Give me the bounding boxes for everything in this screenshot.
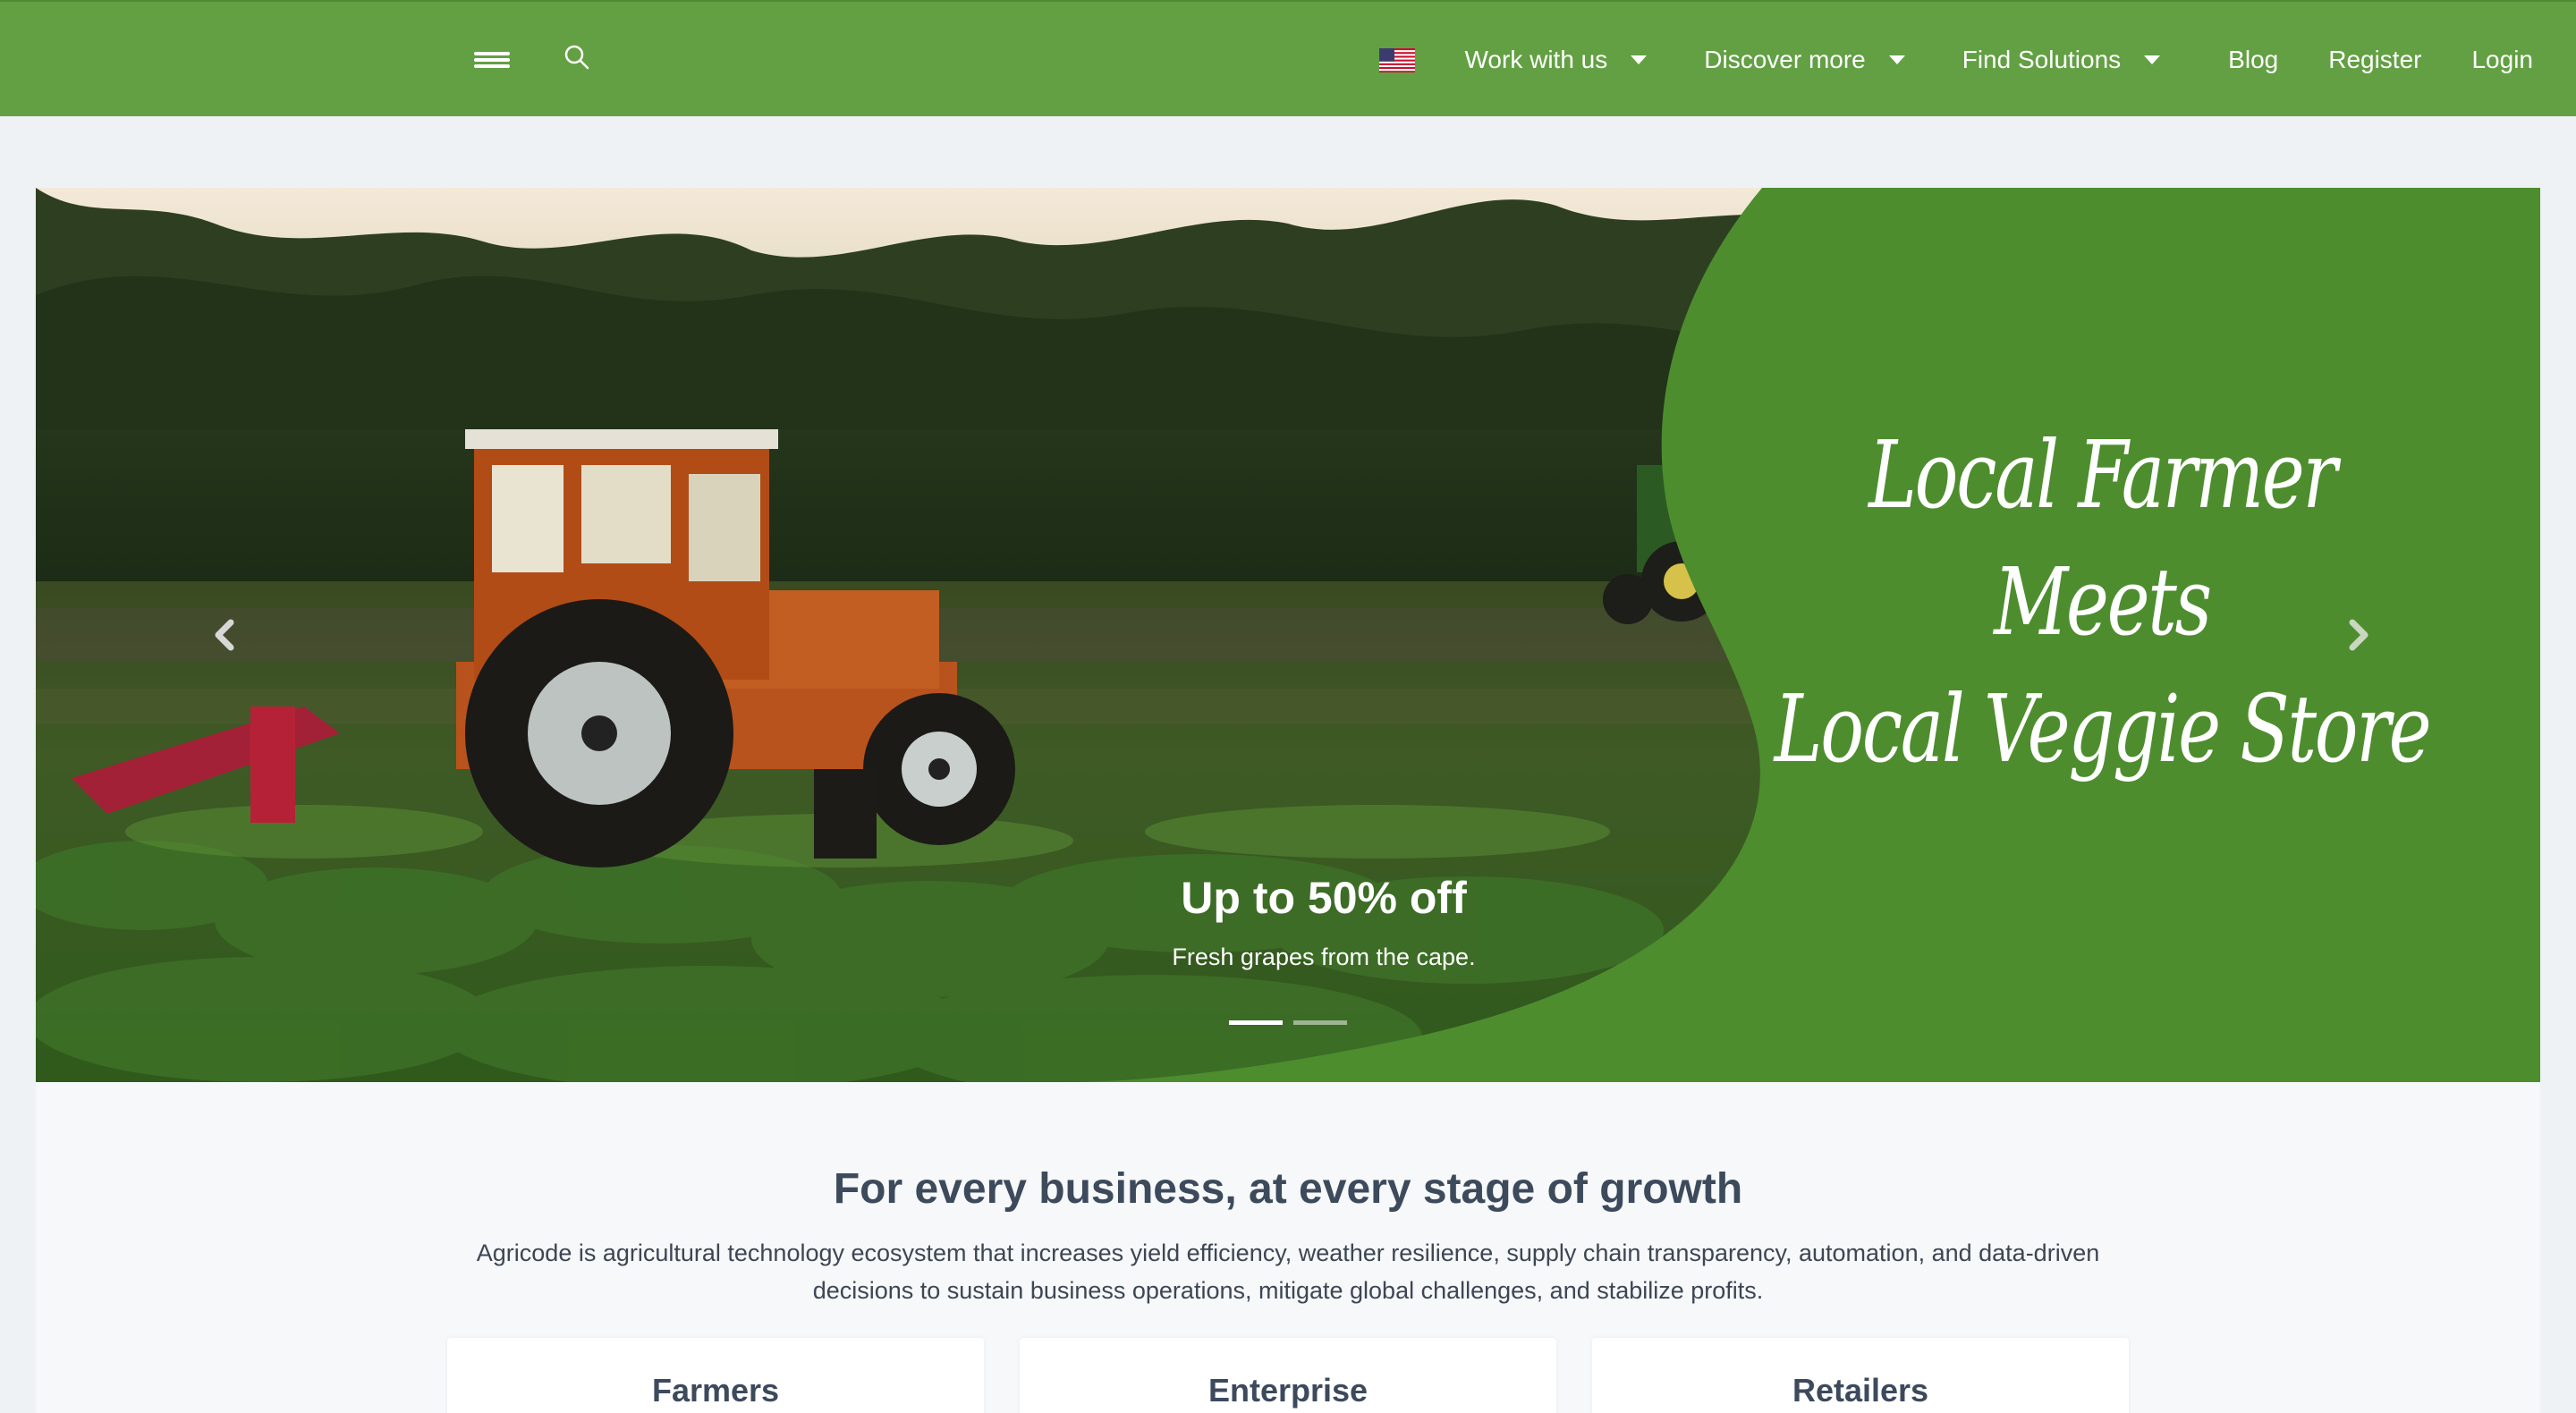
nav-dropdown-label: Work with us [1464,46,1608,73]
intro-text: Agricode is agricultural technology ecos… [476,1240,2100,1304]
search-icon[interactable] [560,41,596,77]
caret-down-icon [2144,55,2161,64]
slogan-line: Local Veggie Store [1774,674,2432,783]
us-flag-icon[interactable] [1378,47,1415,72]
card-title: Enterprise [1208,1372,1368,1409]
hero-slogan: Local Farmer Meets Local Veggie Store [1774,411,2432,792]
slide-caption-title: Up to 50% off [1181,873,1467,923]
card-title: Retailers [1792,1372,1929,1409]
card-retailers[interactable]: Retailers [1592,1338,2129,1413]
hamburger-menu-icon[interactable] [474,47,510,72]
carousel-indicators [1229,1020,1347,1025]
nav-dropdown-label: Find Solutions [1962,46,2122,73]
card-farmers[interactable]: Farmers [447,1338,984,1413]
nav-left-group [474,41,596,77]
carousel-indicator-2[interactable] [1293,1020,1347,1025]
nav-dropdown-label: Discover more [1704,46,1866,73]
card-title: Farmers [651,1372,780,1409]
nav-link-blog[interactable]: Blog [2228,46,2278,74]
slide-caption: Up to 50% off Fresh grapes from the cape… [966,872,1682,971]
slide-caption-text: Fresh grapes from the cape. [1172,943,1476,970]
slogan-line: Meets [1994,547,2212,656]
nav-dropdown-find-solutions[interactable]: Find Solutions [1962,46,2161,74]
top-navbar: Work with us Discover more Find Solution… [0,0,2576,116]
nav-link-register[interactable]: Register [2328,46,2421,74]
audience-cards: Farmers Enterprise Retailers [447,1338,2129,1413]
hero-carousel: Local Farmer Meets Local Veggie Store Up… [36,188,2540,1082]
intro-title: For every business, at every stage of gr… [833,1165,1743,1213]
slogan-line: Local Farmer [1868,420,2337,529]
caret-down-icon [1631,55,1648,64]
nav-link-login[interactable]: Login [2471,46,2533,74]
card-enterprise[interactable]: Enterprise [1020,1338,1556,1413]
nav-right-group: Work with us Discover more Find Solution… [1378,2,2533,118]
nav-dropdown-discover-more[interactable]: Discover more [1704,46,1905,74]
carousel-indicator-1[interactable] [1229,1020,1283,1025]
caret-down-icon [1888,55,1905,64]
chevron-right-icon[interactable] [2333,608,2386,662]
chevron-left-icon[interactable] [197,608,250,662]
nav-dropdown-work-with-us[interactable]: Work with us [1465,46,1648,74]
